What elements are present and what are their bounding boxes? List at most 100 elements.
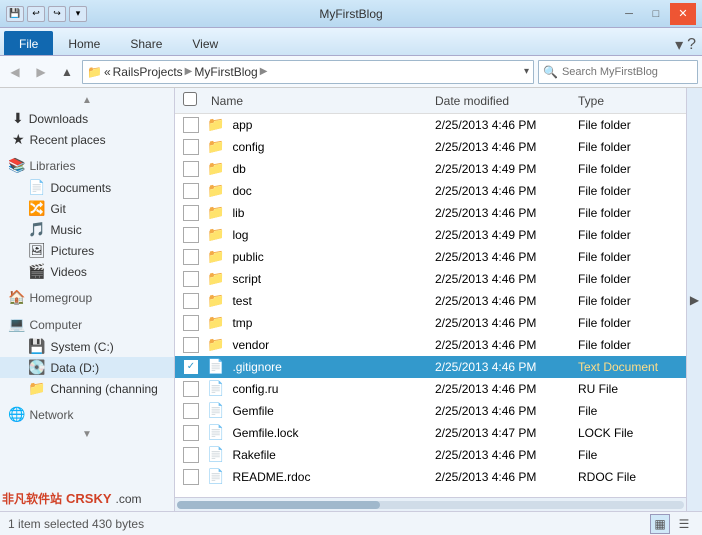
table-row[interactable]: 📁log2/25/2013 4:49 PMFile folder: [175, 224, 686, 246]
folder-icon: 📁: [207, 138, 224, 155]
tab-share[interactable]: Share: [115, 31, 177, 55]
libraries-icon: 📚: [8, 157, 25, 174]
redo-icon[interactable]: ↪: [48, 6, 66, 22]
sidebar-item-data-d[interactable]: 💽 Data (D:): [0, 357, 174, 378]
minimize-button[interactable]: ─: [616, 3, 642, 25]
tab-view[interactable]: View: [177, 31, 233, 55]
view-details-button[interactable]: ▦: [650, 514, 670, 534]
file-icon: 📄: [207, 358, 224, 375]
file-type: RU File: [578, 382, 678, 396]
tab-home[interactable]: Home: [53, 31, 115, 55]
close-button[interactable]: ✕: [670, 3, 696, 25]
file-name: public: [232, 250, 427, 264]
search-input[interactable]: [562, 66, 682, 78]
table-row[interactable]: 📁vendor2/25/2013 4:46 PMFile folder: [175, 334, 686, 356]
file-name: Gemfile: [232, 404, 427, 418]
maximize-button[interactable]: □: [643, 3, 669, 25]
right-scroll-indicator[interactable]: ▶: [686, 88, 702, 511]
file-checkbox[interactable]: ✓: [183, 359, 199, 375]
hscroll-bar[interactable]: [175, 497, 686, 511]
table-row[interactable]: 📁public2/25/2013 4:46 PMFile folder: [175, 246, 686, 268]
sidebar-group-homegroup[interactable]: 🏠 Homegroup: [0, 286, 174, 309]
forward-button[interactable]: ▶: [30, 61, 52, 83]
table-row[interactable]: ✓📄.gitignore2/25/2013 4:46 PMText Docume…: [175, 356, 686, 378]
file-checkbox[interactable]: [183, 447, 199, 463]
file-checkbox[interactable]: [183, 381, 199, 397]
up-button[interactable]: ▲: [56, 61, 78, 83]
file-checkbox[interactable]: [183, 117, 199, 133]
homegroup-icon: 🏠: [8, 289, 25, 306]
file-date: 2/25/2013 4:46 PM: [435, 338, 570, 352]
dropdown-arrow-icon[interactable]: ▾: [69, 6, 87, 22]
tab-file[interactable]: File: [4, 31, 53, 55]
table-row[interactable]: 📄Gemfile.lock2/25/2013 4:47 PMLOCK File: [175, 422, 686, 444]
sidebar: ▲ ⬇ Downloads ★ Recent places 📚 Librarie…: [0, 88, 175, 511]
table-row[interactable]: 📁lib2/25/2013 4:46 PMFile folder: [175, 202, 686, 224]
sidebar-group-network[interactable]: 🌐 Network: [0, 403, 174, 426]
sidebar-item-git[interactable]: 🔀 Git: [0, 198, 174, 219]
table-row[interactable]: 📁test2/25/2013 4:46 PMFile folder: [175, 290, 686, 312]
sidebar-scroll-down[interactable]: ▼: [0, 426, 174, 442]
file-date: 2/25/2013 4:46 PM: [435, 448, 570, 462]
file-icon: 📄: [207, 468, 224, 485]
sidebar-item-music[interactable]: 🎵 Music: [0, 219, 174, 240]
save-icon[interactable]: 💾: [6, 6, 24, 22]
file-checkbox[interactable]: [183, 249, 199, 265]
file-icon: 📄: [207, 402, 224, 419]
col-header-name[interactable]: Name: [211, 94, 427, 108]
breadcrumb-myblog: MyFirstBlog: [194, 65, 257, 79]
hscroll-thumb[interactable]: [177, 501, 380, 509]
table-row[interactable]: 📁app2/25/2013 4:46 PMFile folder: [175, 114, 686, 136]
address-dropdown-icon[interactable]: ▾: [524, 66, 529, 77]
sidebar-group-libraries[interactable]: 📚 Libraries: [0, 154, 174, 177]
table-row[interactable]: 📁config2/25/2013 4:46 PMFile folder: [175, 136, 686, 158]
file-checkbox[interactable]: [183, 205, 199, 221]
file-date: 2/25/2013 4:49 PM: [435, 228, 570, 242]
table-row[interactable]: 📁db2/25/2013 4:49 PMFile folder: [175, 158, 686, 180]
table-row[interactable]: 📄Gemfile2/25/2013 4:46 PMFile: [175, 400, 686, 422]
table-row[interactable]: 📁script2/25/2013 4:46 PMFile folder: [175, 268, 686, 290]
file-checkbox[interactable]: [183, 271, 199, 287]
sidebar-item-channing[interactable]: 📁 Channing (channing: [0, 378, 174, 399]
file-checkbox[interactable]: [183, 227, 199, 243]
back-button[interactable]: ◀: [4, 61, 26, 83]
table-row[interactable]: 📄README.rdoc2/25/2013 4:46 PMRDOC File: [175, 466, 686, 488]
file-checkbox[interactable]: [183, 183, 199, 199]
file-date: 2/25/2013 4:49 PM: [435, 162, 570, 176]
table-row[interactable]: 📁tmp2/25/2013 4:46 PMFile folder: [175, 312, 686, 334]
file-checkbox[interactable]: [183, 293, 199, 309]
sidebar-item-pictures[interactable]: 🖼 Pictures: [0, 240, 174, 261]
view-list-button[interactable]: ☰: [674, 514, 694, 534]
header-checkbox[interactable]: [183, 92, 203, 109]
file-checkbox[interactable]: [183, 315, 199, 331]
sidebar-label-libraries: Libraries: [29, 159, 75, 173]
help-icon[interactable]: ?: [687, 36, 696, 54]
sidebar-item-documents[interactable]: 📄 Documents: [0, 177, 174, 198]
table-row[interactable]: 📄Rakefile2/25/2013 4:46 PMFile: [175, 444, 686, 466]
drive-d-icon: 💽: [28, 359, 45, 376]
sidebar-item-recent-places[interactable]: ★ Recent places: [0, 129, 174, 150]
file-header: Name Date modified Type: [175, 88, 686, 114]
search-box[interactable]: 🔍: [538, 60, 698, 84]
file-checkbox[interactable]: [183, 337, 199, 353]
col-header-type[interactable]: Type: [578, 94, 678, 108]
sidebar-scroll-up[interactable]: ▲: [0, 92, 174, 108]
col-header-date[interactable]: Date modified: [435, 94, 570, 108]
sidebar-item-videos[interactable]: 🎬 Videos: [0, 261, 174, 282]
address-box[interactable]: 📁 « RailsProjects ▶ MyFirstBlog ▶ ▾: [82, 60, 534, 84]
file-checkbox[interactable]: [183, 403, 199, 419]
hscroll-track[interactable]: [177, 501, 684, 509]
file-date: 2/25/2013 4:46 PM: [435, 140, 570, 154]
search-icon: 🔍: [543, 65, 558, 79]
table-row[interactable]: 📄config.ru2/25/2013 4:46 PMRU File: [175, 378, 686, 400]
file-checkbox[interactable]: [183, 139, 199, 155]
undo-icon[interactable]: ↩: [27, 6, 45, 22]
table-row[interactable]: 📁doc2/25/2013 4:46 PMFile folder: [175, 180, 686, 202]
file-checkbox[interactable]: [183, 161, 199, 177]
file-checkbox[interactable]: [183, 425, 199, 441]
collapse-ribbon-icon[interactable]: ▾: [675, 35, 683, 55]
file-checkbox[interactable]: [183, 469, 199, 485]
sidebar-item-system-c[interactable]: 💾 System (C:): [0, 336, 174, 357]
sidebar-group-computer[interactable]: 💻 Computer: [0, 313, 174, 336]
sidebar-item-downloads[interactable]: ⬇ Downloads: [0, 108, 174, 129]
